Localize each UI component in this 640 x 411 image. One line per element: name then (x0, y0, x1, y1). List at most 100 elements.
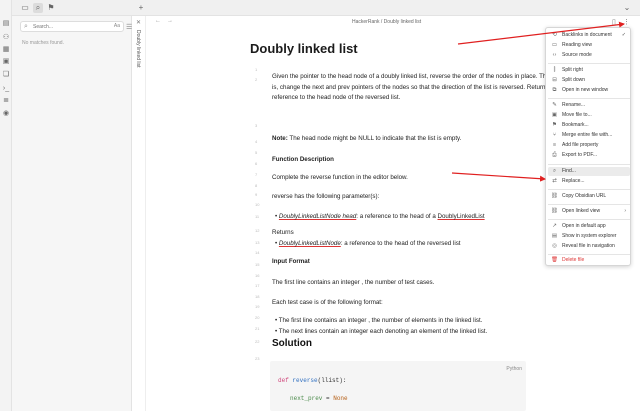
file-icon[interactable]: ▤ (2, 20, 10, 28)
folder-icon[interactable]: ▭ (20, 3, 30, 13)
menu-item-show-explorer[interactable]: ▤ Show in system explorer (548, 232, 630, 241)
menu-item-find[interactable]: ⌕ Find... (548, 167, 630, 176)
back-icon[interactable]: ← (155, 18, 161, 24)
graph-icon[interactable]: ⚇ (2, 34, 10, 42)
canvas-icon[interactable]: ▦ (2, 46, 10, 54)
tab-bar: ▭ ⌕ ⚑ + ⌄ (12, 0, 640, 16)
menu-separator (548, 204, 630, 205)
code-value: None (333, 395, 348, 402)
menu-item-label: Split right (562, 67, 583, 73)
menu-item-split-down[interactable]: ⊟ Split down (548, 76, 630, 85)
match-case-button[interactable]: Aa (114, 23, 120, 29)
split-right-icon: ⫿ (553, 67, 556, 73)
menu-item-backlinks[interactable]: ⟲ Backlinks in document ✓ (548, 31, 630, 40)
line-number: 2 (255, 77, 258, 82)
no-results-text: No matches found. (22, 40, 64, 46)
list-item-text: The first line contains an integer , the… (278, 317, 483, 324)
forward-icon[interactable]: → (167, 18, 173, 24)
more-options-icon[interactable]: ⋮ (623, 18, 630, 26)
code-block[interactable]: Python def reverse(llist): next_prev = N… (270, 361, 526, 411)
line-number: 6 (255, 161, 258, 166)
menu-item-copy-url[interactable]: ⛓ Copy Obsidian URL (548, 192, 630, 201)
list-item: • DoublyLinkedListNode: a reference to t… (275, 240, 461, 247)
line-number: 11 (255, 214, 260, 219)
search-sidebar: ⌕ Aa ☰ No matches found. (12, 16, 132, 411)
menu-item-merge-file[interactable]: ⑂ Merge entire file with... (548, 131, 630, 140)
menu-item-open-default-app[interactable]: ↗ Open in default app (548, 222, 630, 231)
menu-item-bookmark[interactable]: ⚑ Bookmark... (548, 121, 630, 130)
paragraph: Given the pointer to the head node of a … (272, 73, 552, 101)
chevron-down-icon[interactable]: ⌄ (622, 3, 632, 13)
target-icon: ◎ (552, 243, 557, 249)
menu-item-move-file[interactable]: ▣ Move file to... (548, 111, 630, 120)
menu-item-delete-file[interactable]: 🗑 Delete file (548, 256, 630, 265)
close-icon[interactable]: ✕ (136, 19, 141, 26)
menu-item-label: Rename... (562, 102, 586, 108)
menu-item-export-pdf[interactable]: ⎙ Export to PDF... (548, 151, 630, 160)
menu-item-label: Copy Obsidian URL (562, 193, 607, 199)
line-number: 20 (255, 315, 260, 320)
menu-item-label: Move file to... (562, 112, 592, 118)
line-number: 5 (255, 150, 258, 155)
list-item-text: The next lines contain an integer each d… (278, 328, 488, 335)
menu-item-label: Reading view (562, 42, 593, 48)
external-link-icon: ↗ (552, 223, 557, 229)
return-desc: : a reference to the head of the reverse… (340, 240, 461, 247)
book-icon[interactable]: ▯ (612, 18, 616, 26)
code-language: Python (506, 366, 522, 372)
menu-item-source-mode[interactable]: ‹› Source mode (548, 51, 630, 60)
menu-item-add-property[interactable]: ≡ Add file property (548, 141, 630, 150)
audio-icon[interactable]: ◉ (2, 110, 10, 118)
breadcrumb[interactable]: HackerRank / Doubly linked list (352, 19, 421, 25)
stack-icon[interactable]: ≣ (2, 97, 10, 105)
folder-open-icon: ▤ (551, 233, 558, 239)
menu-item-label: Merge entire file with... (562, 132, 613, 138)
context-menu: ⟲ Backlinks in document ✓ ▭ Reading view ‹›… (545, 27, 631, 266)
merge-icon: ⑂ (552, 132, 557, 138)
menu-item-label: Show in system explorer (562, 233, 617, 239)
menu-item-label: Open in new window (562, 87, 609, 93)
copy-icon[interactable]: ❏ (2, 71, 10, 79)
param-link[interactable]: DoublyLinkedList (437, 213, 484, 220)
line-number: 23 (255, 356, 260, 361)
menu-item-replace[interactable]: ⇄ Replace... (548, 177, 630, 186)
menu-item-split-right[interactable]: ⫿ Split right (548, 66, 630, 75)
line-number: 17 (255, 283, 260, 288)
menu-separator (548, 98, 630, 99)
menu-item-label: Bookmark... (562, 122, 589, 128)
menu-item-label: Export to PDF... (562, 152, 598, 158)
note-text: The head node might be NULL to indicate … (287, 135, 462, 142)
new-window-icon: ⧉ (552, 87, 557, 93)
search-icon[interactable]: ⌕ (33, 3, 43, 13)
terminal-icon[interactable]: ›_ (2, 85, 10, 93)
left-ribbon: ▤ ⚇ ▦ ▣ ❏ ›_ ≣ ◉ (0, 0, 12, 411)
menu-item-open-linked-view[interactable]: ⛓ Open linked view › (548, 207, 630, 216)
each-test-paragraph: Each test case is of the following forma… (272, 299, 383, 306)
search-input[interactable] (33, 23, 103, 31)
split-down-icon: ⊟ (552, 77, 557, 83)
calendar-icon[interactable]: ▣ (2, 58, 10, 66)
menu-item-label: Backlinks in document (562, 32, 612, 38)
solution-heading: Solution (272, 338, 312, 349)
line-number: 10 (255, 202, 260, 207)
vertical-tab-strip: ✕ Doubly linked list (132, 16, 146, 411)
menu-item-reveal-navigation[interactable]: ◎ Reveal file in navigation (548, 242, 630, 251)
new-tab-icon[interactable]: + (136, 3, 146, 13)
vertical-tab-title[interactable]: Doubly linked list (135, 30, 141, 68)
menu-item-open-new-window[interactable]: ⧉ Open in new window (548, 86, 630, 95)
menu-item-label: Reveal file in navigation (562, 243, 615, 249)
menu-item-rename[interactable]: ✎ Rename... (548, 101, 630, 110)
bookmark-icon[interactable]: ⚑ (46, 3, 56, 13)
line-number: 19 (255, 304, 260, 309)
list-item: • The first line contains an integer , t… (275, 317, 483, 324)
list-icon: ≡ (552, 142, 557, 148)
code-function: reverse (292, 377, 318, 384)
menu-item-label: Split down (562, 77, 586, 83)
menu-item-reading-view[interactable]: ▭ Reading view (548, 41, 630, 50)
menu-separator (548, 254, 630, 255)
line-number: 16 (255, 273, 260, 278)
note-label: Note: (272, 135, 288, 142)
params-paragraph: reverse has the following parameter(s): (272, 193, 380, 200)
code-keyword: def (278, 377, 289, 384)
line-number: 15 (255, 262, 260, 267)
